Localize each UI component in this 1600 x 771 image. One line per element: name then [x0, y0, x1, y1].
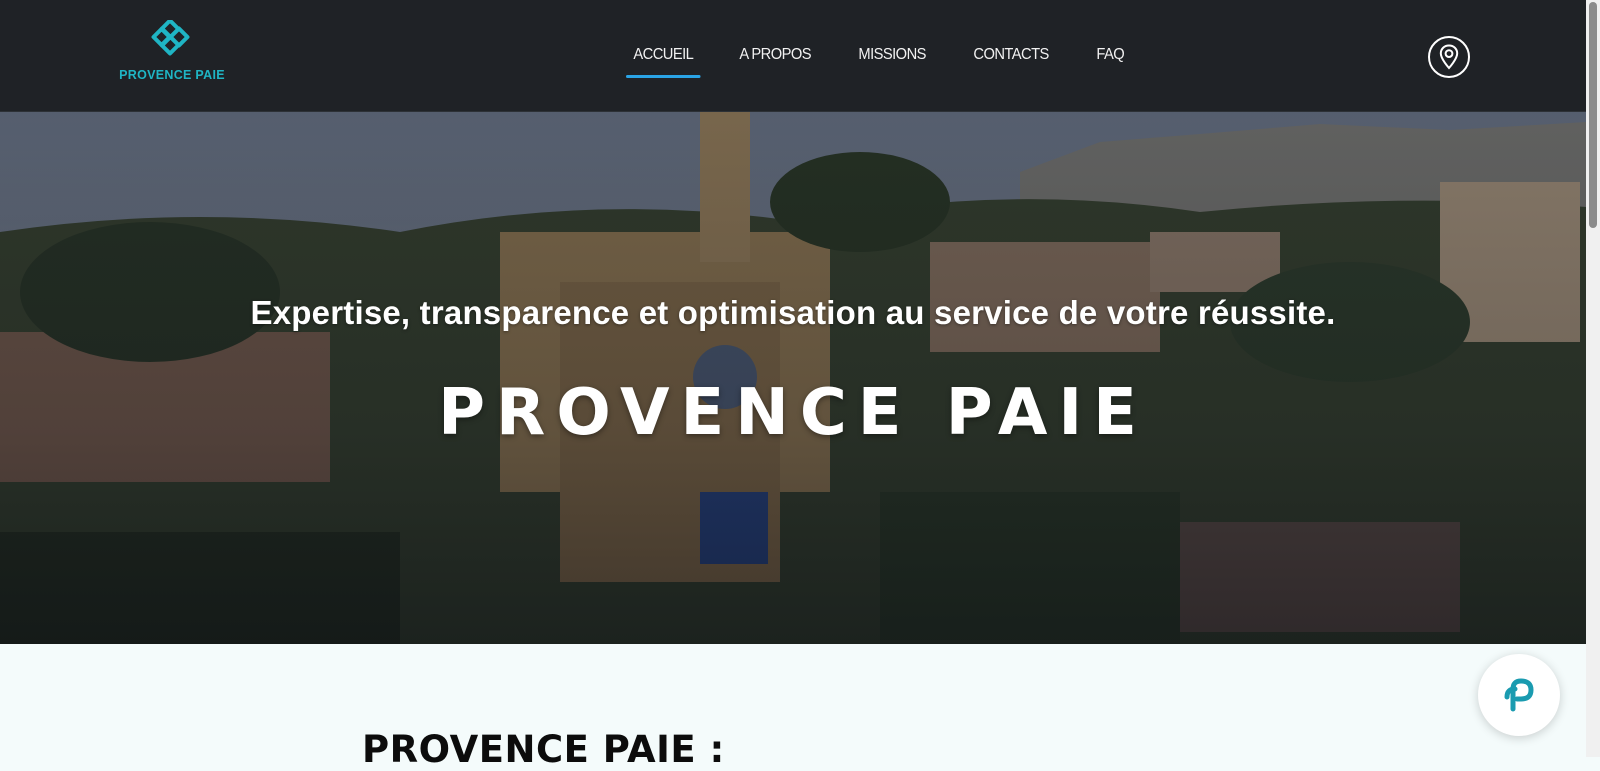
brand-name: PROVENCE PAIE — [119, 68, 225, 82]
location-button[interactable] — [1428, 36, 1470, 78]
nav-item-missions[interactable]: MISSIONS — [851, 38, 933, 78]
diamond-knot-logo-icon — [151, 20, 190, 56]
nav-item-faq[interactable]: FAQ — [1089, 38, 1132, 78]
nav-item-accueil[interactable]: ACCUEIL — [626, 38, 701, 78]
section-heading: PROVENCE PAIE : — [362, 728, 725, 771]
scrollbar-thumb[interactable] — [1589, 2, 1597, 228]
hero-tagline: Expertise, transparence et optimisation … — [250, 294, 1336, 331]
site-header: PROVENCE PAIE ACCUEIL A PROPOS MISSIONS … — [0, 0, 1586, 112]
nav-item-a-propos[interactable]: A PROPOS — [732, 38, 818, 78]
page-scrollbar[interactable] — [1586, 0, 1600, 757]
chat-widget-button[interactable] — [1478, 654, 1560, 736]
brand-logo[interactable]: PROVENCE PAIE — [116, 20, 228, 90]
chat-widget-icon — [1504, 678, 1534, 712]
hero-title: PROVENCE PAIE — [438, 376, 1148, 450]
nav-item-contacts[interactable]: CONTACTS — [966, 38, 1056, 78]
map-pin-icon — [1439, 44, 1459, 70]
main-nav: ACCUEIL A PROPOS MISSIONS CONTACTS FAQ — [626, 38, 1160, 78]
hero-section: Expertise, transparence et optimisation … — [0, 112, 1586, 644]
